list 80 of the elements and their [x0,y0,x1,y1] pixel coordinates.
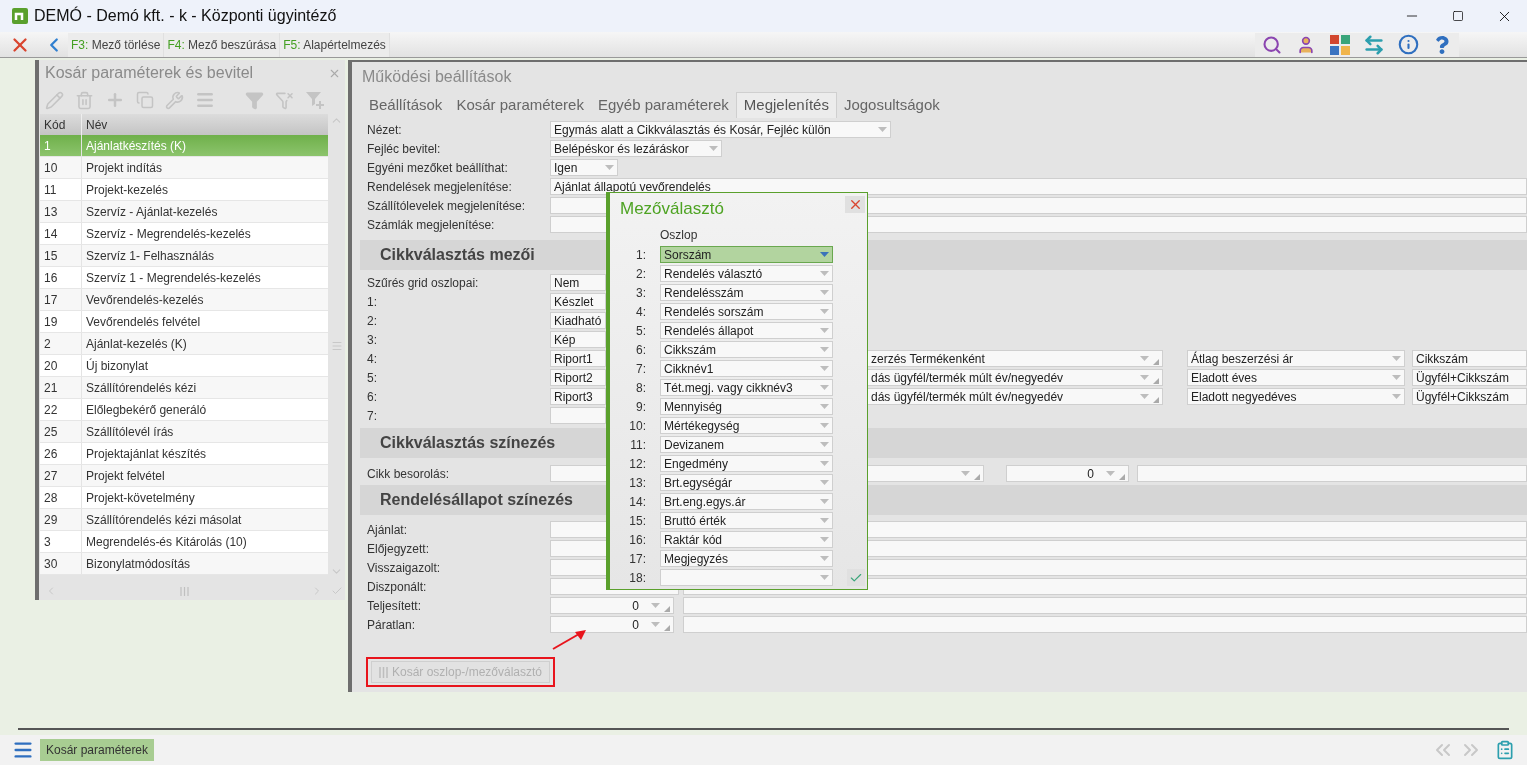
row-number: 1: [635,246,646,264]
table-cell-text: Ajánlatkészítés (K) [85,137,188,155]
row-number: 15: [628,512,646,530]
field-label: Ajánlat: [367,521,409,539]
table-cell-text: Vevőrendelés-kezelés [85,291,205,309]
field-label: 6: [367,388,378,406]
table-cell-text: Ajánlat-kezelés (K) [85,335,188,353]
panel-title: Működési beállítások [362,67,513,87]
row-number: 8: [635,379,646,397]
panel-title: Kosár paraméterek és bevitel [45,63,255,83]
table-cell: 30 [40,553,82,574]
field-label: Teljesített: [367,597,423,615]
field-label: Rendelések megjelenítése: [367,178,513,196]
field-label: Fejléc bevitel: [367,140,442,158]
table-cell: 1 [40,135,82,156]
field-label: Egyéni mezőket beállíthat: [367,159,509,177]
table-cell: 27 [40,465,82,486]
table-cell-text: Szervíz 1- Felhasználás [85,247,216,265]
table-cell: 14 [40,223,82,244]
field-label: Cikk besorolás: [367,465,451,483]
table-cell: 3 [40,531,82,552]
row-number: 18: [628,569,646,587]
row-number: 17: [628,550,646,568]
table-cell: 22 [40,399,82,420]
table-cell-text: Szállítórendelés kézi [85,379,198,397]
table-cell: 17 [40,289,82,310]
table-cell: 26 [40,443,82,464]
field-label: Előjegyzett: [367,540,431,558]
field-label: Számlák megjelenítése: [367,216,496,234]
table-cell: 15 [40,245,82,266]
table-cell: 28 [40,487,82,508]
row-number: 4: [635,303,646,321]
table-cell-text: Szervíz 1 - Megrendelés-kezelés [85,269,262,287]
dialog-title: Mezőválasztó [620,198,725,220]
table-cell-text: Projekt-követelmény [85,489,196,507]
field-label: Nézet: [367,121,403,139]
field-label: 2: [367,312,378,330]
table-cell-text: Projektajánlat készítés [85,445,208,463]
row-number: 9: [635,398,646,416]
table-cell-text: Projekt felvétel [85,467,166,485]
field-label: Diszponált: [367,578,428,596]
table-cell-text: Projekt-kezelés [85,181,170,199]
table-cell-text: Szervíz - Megrendelés-kezelés [85,225,252,243]
table-cell: 10 [40,157,82,178]
row-number: 16: [628,531,646,549]
table-cell-text: Megrendelés-és Kitárolás (10) [85,533,248,551]
field-label: Visszaigazolt: [367,559,442,577]
row-number: 7: [635,360,646,378]
field-label: 7: [367,407,378,425]
table-cell: 13 [40,201,82,222]
table-cell: 20 [40,355,82,376]
table-cell-text: Előlegbekérő generáló [85,401,208,419]
row-number: 3: [635,284,646,302]
field-label: 4: [367,350,378,368]
table-cell: 11 [40,179,82,200]
row-number: 6: [635,341,646,359]
field-label: Szállítólevelek megjelenítése: [367,197,527,215]
table-cell-text: Projekt indítás [85,159,164,177]
row-number: 12: [628,455,646,473]
field-label: Páratlan: [367,616,417,634]
table-cell-text: Új bizonylat [85,357,150,375]
table-cell: 29 [40,509,82,530]
table-cell: 16 [40,267,82,288]
table-cell-text: Szállítólevél írás [85,423,175,441]
field-label: 1: [367,293,378,311]
table-cell-text: Vevőrendelés felvétel [85,313,202,331]
row-number: 5: [635,322,646,340]
table-cell: 2 [40,333,82,354]
table-cell-text: Bizonylatmódosítás [85,555,192,573]
table-cell: 25 [40,421,82,442]
table-cell: 21 [40,377,82,398]
table-cell: 19 [40,311,82,332]
field-label: 3: [367,331,378,349]
table-cell-text: Szervíz - Ajánlat-kezelés [85,203,219,221]
field-label: Szűrés grid oszlopai: [367,274,480,292]
field-label: 5: [367,369,378,387]
table-cell-text: Szállítórendelés kézi másolat [85,511,243,529]
window-title: DEMÓ - Demó kft. - k - Központi ügyintéző [34,5,337,26]
row-number: 14: [628,493,646,511]
row-number: 11: [629,436,646,454]
